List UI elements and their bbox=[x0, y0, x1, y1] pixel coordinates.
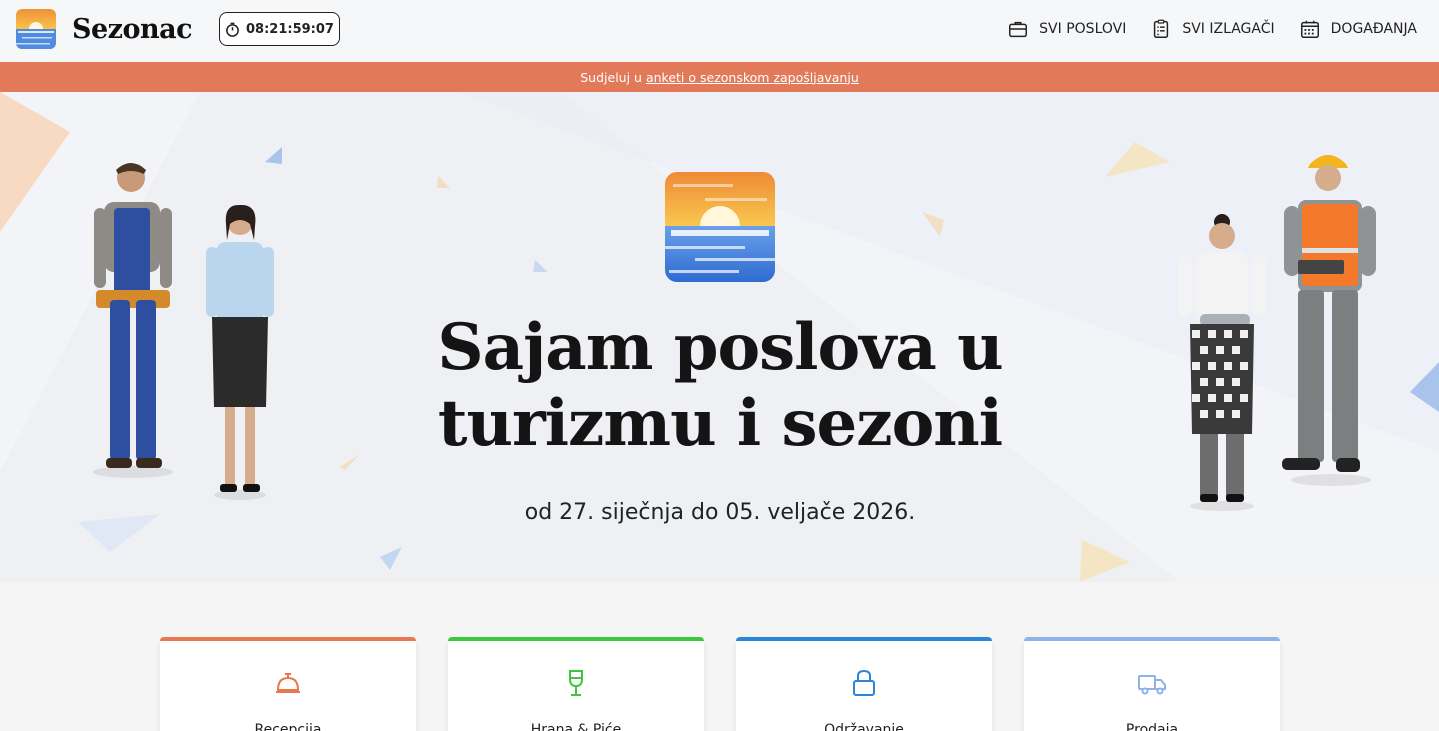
worker-mechanic-figure bbox=[93, 163, 173, 478]
survey-link[interactable]: anketi o sezonskom zapošljavanju bbox=[646, 70, 859, 85]
top-header: Sezonac 08:21:59:07 SVI POSLOVI SVI IZLA… bbox=[0, 0, 1439, 62]
category-label: Recepcija bbox=[254, 722, 322, 731]
card-accent-bar bbox=[736, 637, 992, 641]
banner-prefix: Sudjeluj u bbox=[580, 69, 642, 85]
category-label: Hrana & Piće bbox=[530, 722, 622, 731]
logo[interactable]: Sezonac bbox=[16, 9, 193, 49]
hero-title-line2: turizmu i sezoni bbox=[437, 386, 1003, 461]
reception-bell-icon bbox=[276, 673, 300, 693]
category-card-reception[interactable]: Recepcija bbox=[160, 637, 416, 731]
worker-chef-figure bbox=[1178, 214, 1266, 511]
countdown-timer: 08:21:59:07 bbox=[219, 12, 340, 46]
card-accent-bar bbox=[160, 637, 416, 641]
nav-all-exhibitors[interactable]: SVI IZLAGAČI bbox=[1150, 18, 1275, 40]
category-label: Održavanje bbox=[824, 722, 904, 731]
category-label: Prodaja bbox=[1125, 722, 1179, 731]
nav-events[interactable]: DOGAĐANJA bbox=[1299, 18, 1417, 40]
hero-title: Sajam poslova u turizmu i sezoni bbox=[380, 310, 1060, 462]
card-accent-bar bbox=[1024, 637, 1280, 641]
hero-sunset-logo-icon bbox=[665, 172, 775, 282]
survey-banner: Sudjeluj u anketi o sezonskom zapošljava… bbox=[0, 62, 1439, 92]
worker-construction-figure bbox=[1282, 155, 1376, 486]
nav-label: DOGAĐANJA bbox=[1330, 21, 1417, 37]
brand-name: Sezonac bbox=[72, 13, 193, 45]
category-card-food-drink[interactable]: Hrana & Piće bbox=[448, 637, 704, 731]
hero-section: Sajam poslova u turizmu i sezoni od 27. … bbox=[0, 92, 1439, 582]
stopwatch-icon bbox=[226, 22, 239, 37]
card-accent-bar bbox=[448, 637, 704, 641]
timer-value: 08:21:59:07 bbox=[246, 21, 334, 37]
nav-label: SVI POSLOVI bbox=[1039, 21, 1127, 37]
category-card-sales[interactable]: Prodaja bbox=[1024, 637, 1280, 731]
clipboard-icon bbox=[1154, 19, 1169, 38]
wine-glass-icon bbox=[569, 670, 583, 696]
briefcase-icon bbox=[1009, 21, 1028, 38]
calendar-icon bbox=[1300, 20, 1319, 38]
truck-icon bbox=[1138, 675, 1166, 695]
worker-receptionist-figure bbox=[206, 204, 274, 500]
main-nav: SVI POSLOVI SVI IZLAGAČI DOGAĐANJA bbox=[1007, 18, 1417, 40]
nav-all-jobs[interactable]: SVI POSLOVI bbox=[1007, 18, 1126, 40]
sunset-logo-icon bbox=[16, 9, 56, 49]
category-cards: Recepcija Hrana & Piće Održavanje Prodaj… bbox=[160, 637, 1280, 731]
nav-label: SVI IZLAGAČI bbox=[1182, 21, 1275, 37]
lock-icon bbox=[853, 669, 875, 696]
event-dates: od 27. siječnja do 05. veljače 2026. bbox=[524, 500, 916, 525]
hero-title-line1: Sajam poslova u bbox=[437, 310, 1003, 385]
category-card-maintenance[interactable]: Održavanje bbox=[736, 637, 992, 731]
